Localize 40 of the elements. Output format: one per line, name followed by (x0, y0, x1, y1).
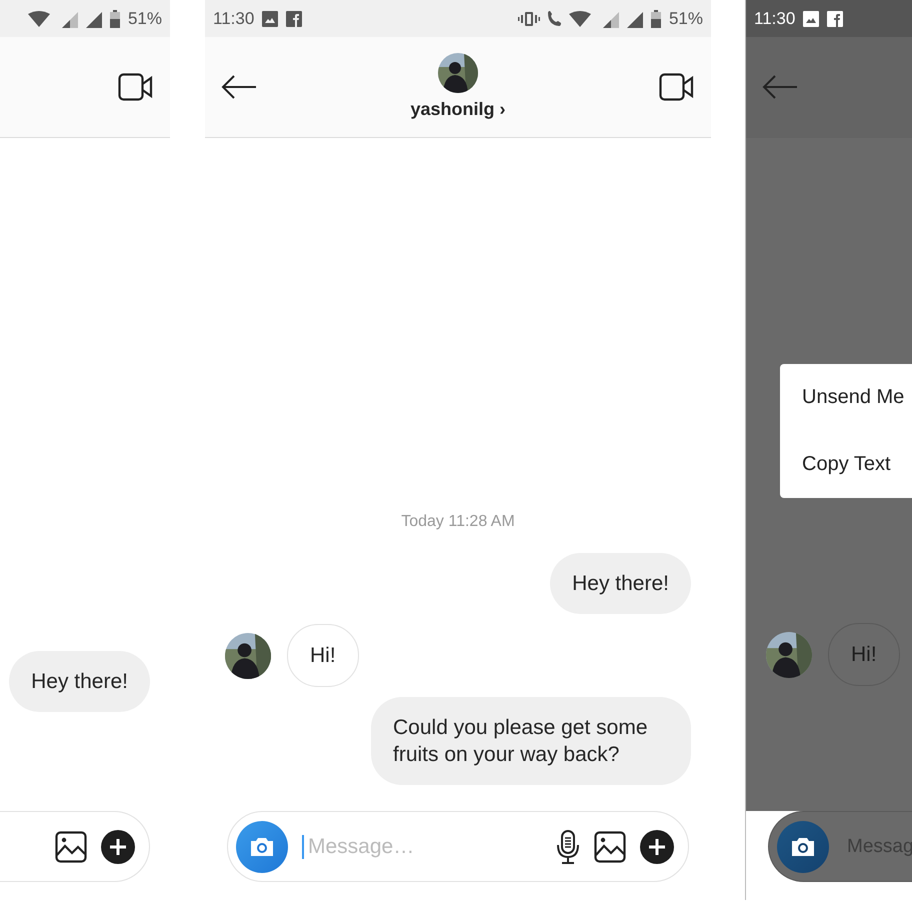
avatar[interactable] (438, 53, 478, 93)
avatar[interactable] (225, 632, 271, 678)
camera-icon (249, 836, 275, 858)
microphone-button[interactable] (556, 830, 580, 864)
signal-icon (626, 10, 643, 28)
camera-button[interactable] (236, 820, 288, 872)
message-timestamp: Today 11:28 AM (401, 513, 515, 531)
call-icon (548, 11, 561, 26)
camera-icon (790, 836, 816, 858)
vibrate-icon (518, 10, 540, 26)
video-call-button[interactable] (659, 73, 695, 101)
signal-icon (86, 10, 102, 28)
battery-icon (110, 10, 120, 28)
message-field[interactable]: Message… (302, 834, 542, 858)
received-message[interactable]: Hi! (287, 624, 359, 687)
facebook-notification-icon (286, 10, 302, 26)
add-button[interactable] (640, 830, 674, 864)
wifi-icon (28, 10, 50, 26)
sent-message[interactable]: Could you please get some fruits on your way back? (371, 697, 691, 785)
battery-icon (650, 10, 661, 28)
camera-button[interactable] (777, 820, 829, 872)
status-time: 11:30 (213, 8, 254, 28)
battery-percentage: 51% (668, 8, 703, 28)
facebook-notification-icon (827, 10, 844, 26)
wifi-icon (568, 10, 591, 26)
back-button[interactable] (221, 74, 257, 100)
add-button[interactable] (101, 830, 135, 864)
gallery-button[interactable] (55, 830, 87, 862)
menu-item[interactable]: Copy Text (780, 431, 912, 498)
gallery-button[interactable] (594, 830, 626, 862)
image-notification-icon (803, 10, 820, 26)
status-time: 11:30 (754, 8, 796, 28)
sent-message[interactable]: Hey there! (550, 553, 691, 614)
avatar[interactable] (766, 632, 812, 678)
video-call-button[interactable] (118, 73, 154, 101)
image-notification-icon (262, 10, 278, 26)
sent-message[interactable]: Hey there! (9, 651, 150, 712)
menu-item[interactable]: Unsend Me (780, 364, 912, 431)
username[interactable]: yashonilg › (410, 99, 506, 120)
battery-percentage: 51% (128, 8, 162, 28)
